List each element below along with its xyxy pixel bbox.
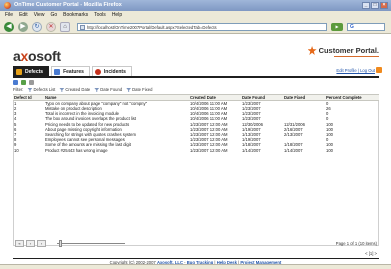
filter-bar: Filter: Defects List Created Date Date F… <box>13 87 152 92</box>
filter-icon <box>59 87 65 92</box>
reload-button[interactable]: ↻ <box>32 22 42 32</box>
pager-info: Page 1 of 1 (10 items) <box>335 241 377 246</box>
table-cell: 1/23/2007 12:00 AM <box>190 147 228 153</box>
features-icon <box>54 68 61 75</box>
tab-features[interactable]: Features <box>51 66 90 76</box>
add-icon[interactable] <box>21 80 26 85</box>
grid-toolbar <box>13 80 34 85</box>
page-slider-track <box>57 243 125 244</box>
rss-icon[interactable] <box>376 67 382 73</box>
status-bar <box>0 264 391 269</box>
pager: « ‹ › Page 1 of 1 (10 items) < [1] > <box>13 240 379 256</box>
defects-icon <box>16 68 22 75</box>
profile-logout-links[interactable]: Edit Profile | Log Out <box>336 68 375 73</box>
maximize-button[interactable]: □ <box>371 2 379 9</box>
close-button[interactable]: × <box>380 2 388 9</box>
tab-defects[interactable]: Defects <box>13 66 50 76</box>
window-title: OnTime Customer Portal - Mozilla Firefox <box>14 2 122 8</box>
window-titlebar: OnTime Customer Portal - Mozilla Firefox… <box>0 0 391 11</box>
tab-label: Features <box>63 68 84 75</box>
pager-nav[interactable]: < [1] > <box>365 251 377 256</box>
table-cell: Product #25443 has wrong image <box>45 147 108 153</box>
tab-incidents[interactable]: Incidents <box>91 66 132 76</box>
menu-edit[interactable]: Edit <box>19 11 28 20</box>
brand-underline <box>334 56 379 57</box>
refresh-icon[interactable] <box>13 80 18 85</box>
table-cell: 10 <box>14 147 19 153</box>
tab-underline <box>13 76 379 78</box>
filter-icon <box>126 87 132 92</box>
table-cell: 100 <box>326 147 333 153</box>
back-button[interactable]: ◀ <box>4 22 14 32</box>
prev-page-button[interactable]: ‹ <box>26 240 35 247</box>
next-page-button[interactable]: › <box>37 240 46 247</box>
portal-name: Customer Portal. <box>318 46 379 55</box>
defects-table: Defect Id Name Created Date Date Found D… <box>13 94 379 153</box>
forward-button[interactable]: ▶ <box>18 22 28 32</box>
menu-help[interactable]: Help <box>112 11 122 20</box>
filter-date-found[interactable]: Date Found <box>94 87 122 92</box>
filter-icon <box>94 87 100 92</box>
stop-button[interactable]: ✕ <box>46 22 56 32</box>
firefox-icon <box>4 2 11 9</box>
go-button[interactable]: ▶ <box>331 23 343 31</box>
home-button[interactable]: ⌂ <box>60 22 70 32</box>
table-body: 1 Typo on company about page "company" no… <box>13 101 379 153</box>
filter-label: Filter: <box>13 87 24 92</box>
table-row[interactable]: 10 Product #25443 has wrong image 1/23/200… <box>13 148 379 153</box>
axosoft-logo: axosoft <box>13 48 61 64</box>
menu-tools[interactable]: Tools <box>94 11 106 20</box>
menubar: File Edit View Go Bookmarks Tools Help <box>0 11 391 20</box>
tab-bar: Defects Features Incidents <box>13 66 132 76</box>
page-icon <box>80 25 85 30</box>
filter-defects-list[interactable]: Defects List <box>27 87 55 92</box>
menu-view[interactable]: View <box>34 11 45 20</box>
portal-brand: Customer Portal. <box>307 46 379 55</box>
footer-rule <box>13 258 379 259</box>
google-icon: G <box>350 24 354 30</box>
star-icon <box>307 46 317 55</box>
menu-go[interactable]: Go <box>50 11 57 20</box>
tab-label: Defects <box>25 68 44 75</box>
address-url: http://localhost/OnTime2007Portal/Defaul… <box>87 25 217 30</box>
settings-icon[interactable] <box>29 80 34 85</box>
navigation-toolbar: ◀ ▶ ↻ ✕ ⌂ http://localhost/OnTime2007Por… <box>0 20 391 34</box>
menu-file[interactable]: File <box>5 11 13 20</box>
page-slider-thumb[interactable] <box>59 240 62 247</box>
first-page-button[interactable]: « <box>15 240 24 247</box>
minimize-button[interactable]: _ <box>362 2 370 9</box>
table-cell: 1/14/2007 <box>242 147 261 153</box>
filter-icon <box>27 87 33 92</box>
filter-created-date[interactable]: Created Date <box>59 87 90 92</box>
menu-bookmarks[interactable]: Bookmarks <box>63 11 88 20</box>
address-bar[interactable]: http://localhost/OnTime2007Portal/Defaul… <box>77 23 327 31</box>
window-controls: _ □ × <box>362 2 388 9</box>
incidents-icon <box>94 68 101 75</box>
table-cell: 1/14/2007 <box>284 147 303 153</box>
filter-date-fixed[interactable]: Date Fixed <box>126 87 152 92</box>
tab-label: Incidents <box>103 68 126 75</box>
search-box[interactable]: G <box>347 23 385 31</box>
